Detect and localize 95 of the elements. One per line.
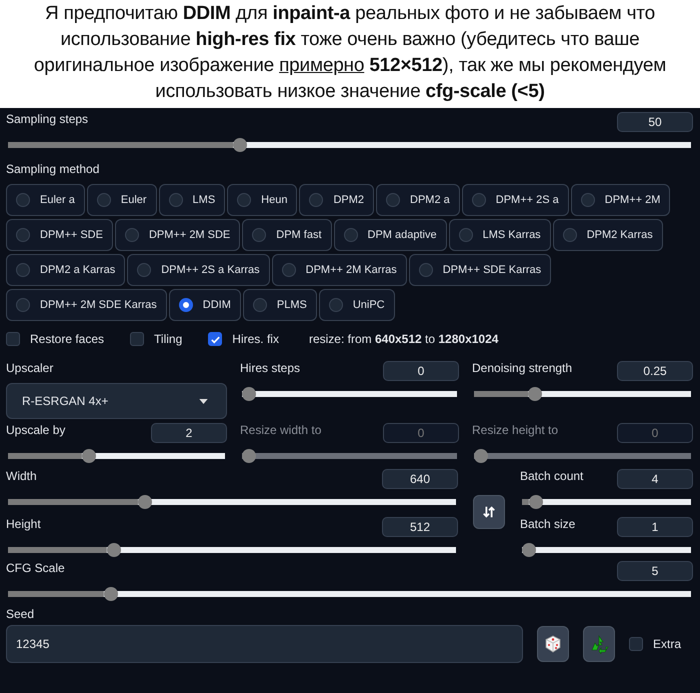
slider-label: Height bbox=[6, 517, 41, 531]
slider-label: Denoising strength bbox=[472, 361, 572, 375]
radio-option[interactable]: DPM++ 2S a Karras bbox=[127, 254, 270, 286]
slider-label: Sampling steps bbox=[6, 112, 88, 126]
resize-note: resize: from 640x512 to 1280x1024 bbox=[308, 332, 498, 346]
radio-option[interactable]: DDIM bbox=[168, 289, 241, 321]
number-field[interactable]: 5 bbox=[617, 561, 693, 581]
number-field[interactable]: 640 bbox=[382, 469, 458, 489]
slider-label: Resize width to bbox=[240, 423, 322, 437]
slider-label: CFG Scale bbox=[6, 561, 65, 575]
radio-option[interactable]: DPM fast bbox=[242, 219, 332, 251]
radio-icon bbox=[386, 193, 400, 207]
checkbox-label: Hires. fix bbox=[232, 332, 279, 346]
radio-icon bbox=[309, 193, 324, 207]
section-label: Sampling method bbox=[6, 162, 100, 176]
dice-button[interactable] bbox=[537, 626, 569, 662]
number-field[interactable]: 2 bbox=[151, 423, 227, 443]
radio-option[interactable]: DPM2 bbox=[299, 184, 374, 216]
caption-text: Я предпочитаю DDIM для inpaint-a реальных фото и не забываем что использование high-res fix тоже очень важно (убедитесь что ваше оригинальное изображение примерно 512×512), так же мы рекомендуем использовать низкое значение cfg-scale (<5) bbox=[0, 0, 700, 108]
radio-option[interactable]: Euler a bbox=[6, 184, 85, 216]
number-field[interactable]: 0.25 bbox=[617, 361, 693, 381]
radio-icon bbox=[124, 228, 139, 242]
radio-option[interactable]: DPM++ SDE bbox=[6, 219, 113, 251]
dropdown-label: Upscaler bbox=[6, 361, 54, 375]
radio-icon bbox=[137, 263, 152, 277]
radio-option[interactable]: DPM++ 2M Karras bbox=[272, 254, 407, 286]
checkbox-label: Restore faces bbox=[30, 332, 104, 346]
radio-icon bbox=[562, 228, 577, 242]
number-field[interactable]: 4 bbox=[617, 469, 693, 489]
slider-thumb[interactable] bbox=[138, 495, 152, 509]
slider-label: Width bbox=[6, 469, 37, 483]
swap-icon bbox=[482, 505, 496, 519]
radio-icon bbox=[580, 193, 595, 207]
radio-icon bbox=[16, 263, 30, 277]
radio-icon bbox=[252, 228, 266, 242]
checkbox[interactable] bbox=[130, 332, 144, 346]
slider-thumb[interactable] bbox=[528, 495, 543, 509]
slider-label: Batch count bbox=[520, 469, 584, 483]
radio-icon bbox=[237, 193, 252, 207]
slider-thumb[interactable] bbox=[242, 387, 256, 401]
slider-thumb[interactable] bbox=[528, 387, 542, 401]
slider-thumb[interactable] bbox=[233, 138, 248, 152]
slider-label: Hires steps bbox=[240, 361, 300, 375]
checkbox[interactable] bbox=[6, 332, 20, 346]
radio-option[interactable]: DPM++ 2M SDE bbox=[114, 219, 240, 251]
number-field[interactable]: 0 bbox=[383, 361, 459, 381]
caret-icon bbox=[199, 398, 208, 404]
upscaler-dropdown[interactable]: R-ESRGAN 4x+ bbox=[6, 383, 227, 419]
seed-label: Seed bbox=[6, 607, 36, 621]
recycle-icon bbox=[589, 634, 609, 654]
slider-label: Batch size bbox=[520, 517, 576, 531]
number-field[interactable]: 50 bbox=[617, 112, 693, 132]
radio-icon bbox=[418, 263, 433, 277]
radio-option[interactable]: PLMS bbox=[242, 289, 317, 321]
radio-icon bbox=[472, 193, 486, 207]
radio-icon bbox=[96, 193, 111, 207]
radio-option[interactable]: DPM2 a bbox=[376, 184, 460, 216]
slider-thumb[interactable] bbox=[106, 543, 121, 557]
radio-icon bbox=[178, 298, 193, 312]
radio-option[interactable]: Heun bbox=[227, 184, 298, 216]
slider-thumb[interactable] bbox=[82, 449, 96, 463]
checkbox[interactable] bbox=[208, 332, 222, 346]
radio-option[interactable]: DPM++ 2M bbox=[570, 184, 670, 216]
radio-icon bbox=[16, 298, 30, 312]
radio-option[interactable]: DPM2 a Karras bbox=[6, 254, 126, 286]
swap-button[interactable] bbox=[473, 495, 505, 529]
seed-field[interactable]: 12345 bbox=[6, 625, 523, 663]
dice-icon bbox=[543, 634, 563, 654]
radio-option[interactable]: DPM++ 2S a bbox=[462, 184, 569, 216]
radio-option[interactable]: DPM++ SDE Karras bbox=[408, 254, 552, 286]
radio-icon bbox=[344, 228, 358, 242]
checkbox-label: Tiling bbox=[154, 332, 182, 346]
recycle-button[interactable] bbox=[583, 626, 615, 662]
checkbox[interactable] bbox=[629, 637, 643, 651]
radio-option[interactable]: DPM2 Karras bbox=[552, 219, 663, 251]
radio-icon bbox=[252, 298, 267, 312]
radio-icon bbox=[328, 298, 343, 312]
radio-icon bbox=[16, 193, 30, 207]
radio-option[interactable]: DPM adaptive bbox=[334, 219, 447, 251]
radio-option[interactable]: Euler bbox=[86, 184, 157, 216]
radio-option[interactable]: LMS Karras bbox=[448, 219, 551, 251]
radio-icon bbox=[168, 193, 183, 207]
number-field[interactable]: 512 bbox=[382, 517, 458, 537]
radio-option[interactable]: UniPC bbox=[318, 289, 395, 321]
radio-option[interactable]: LMS bbox=[158, 184, 226, 216]
radio-icon bbox=[16, 228, 30, 242]
radio-option[interactable]: DPM++ 2M SDE Karras bbox=[6, 289, 167, 321]
slider-label: Resize height to bbox=[472, 423, 558, 437]
slider-thumb[interactable] bbox=[522, 543, 536, 557]
number-field[interactable]: 1 bbox=[617, 517, 693, 537]
radio-icon bbox=[458, 228, 473, 242]
slider-label: Upscale by bbox=[6, 423, 66, 437]
radio-icon bbox=[282, 263, 296, 277]
checkbox-label: Extra bbox=[653, 637, 682, 651]
slider-thumb[interactable] bbox=[104, 587, 118, 601]
